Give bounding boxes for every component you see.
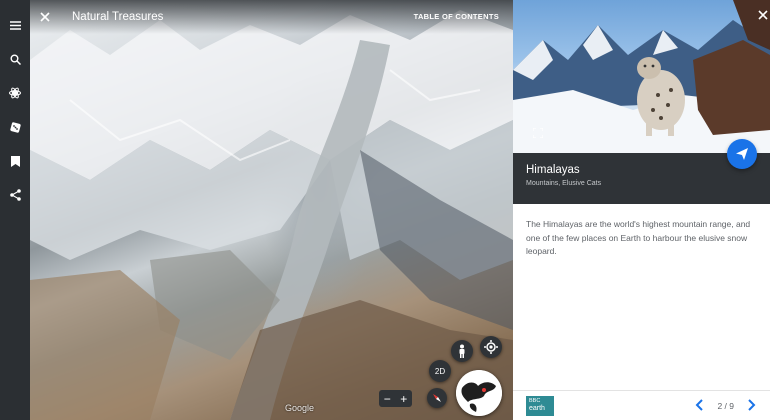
- menu-button[interactable]: [0, 8, 30, 42]
- crosshair-icon: [484, 340, 498, 354]
- expand-icon: [533, 128, 543, 138]
- satellite-map-view[interactable]: Google 2D − +: [30, 0, 513, 420]
- hero-image: [513, 0, 770, 153]
- send-icon: [736, 148, 748, 160]
- voyager-icon: [9, 87, 21, 99]
- chevron-right-icon: [748, 399, 756, 411]
- feeling-lucky-button[interactable]: [0, 110, 30, 144]
- zoom-control: − +: [379, 390, 412, 407]
- search-icon: [10, 54, 21, 65]
- zoom-out-button[interactable]: −: [384, 393, 391, 405]
- card-footer: BBC earth 2 / 9: [513, 390, 770, 420]
- close-icon: [758, 10, 768, 20]
- menu-icon: [9, 20, 21, 30]
- voyager-button[interactable]: [0, 76, 30, 110]
- projects-button[interactable]: [0, 144, 30, 178]
- left-toolbar: [0, 0, 30, 420]
- card-pagination: 2 / 9: [695, 399, 756, 413]
- place-title: Himalayas: [526, 164, 580, 176]
- previous-card-button[interactable]: [695, 399, 704, 413]
- mini-globe[interactable]: [456, 370, 502, 416]
- page-indicator: 2 / 9: [717, 401, 734, 411]
- close-tour-button[interactable]: [30, 0, 60, 34]
- close-icon: [40, 12, 50, 22]
- search-button[interactable]: [0, 42, 30, 76]
- compass-icon: [433, 394, 441, 402]
- place-description: The Himalayas are the world's highest mo…: [526, 219, 751, 256]
- tour-header: Natural Treasures TABLE OF CONTENTS: [30, 0, 513, 34]
- place-subtitle: Mountains, Elusive Cats: [526, 180, 602, 187]
- bookmark-icon: [10, 155, 20, 167]
- table-of-contents-button[interactable]: TABLE OF CONTENTS: [414, 12, 499, 21]
- dice-icon: [9, 121, 21, 133]
- tour-title: Natural Treasures: [72, 11, 164, 23]
- my-location-button[interactable]: [480, 336, 502, 358]
- view-mode-2d-button[interactable]: 2D: [429, 360, 451, 382]
- bbc-earth-logo[interactable]: BBC earth: [526, 395, 554, 416]
- next-card-button[interactable]: [748, 399, 756, 413]
- knowledge-card: Himalayas Mountains, Elusive Cats The Hi…: [513, 0, 770, 420]
- chevron-left-icon: [696, 399, 704, 411]
- street-view-pegman-button[interactable]: [451, 340, 473, 362]
- pegman-icon: [459, 344, 465, 358]
- share-button[interactable]: [0, 178, 30, 212]
- globe-icon: [456, 370, 502, 416]
- terrain-imagery: [30, 10, 513, 420]
- compass-button[interactable]: [427, 388, 447, 408]
- zoom-in-button[interactable]: +: [400, 393, 407, 405]
- earth-app: Google 2D − + Natural Treasures TABLE OF…: [0, 0, 770, 420]
- google-watermark: Google: [285, 403, 315, 413]
- snow-leopard-photo: [513, 0, 770, 153]
- share-icon: [9, 189, 21, 201]
- logo-text-bottom: earth: [529, 404, 545, 412]
- fly-to-button[interactable]: [727, 139, 757, 169]
